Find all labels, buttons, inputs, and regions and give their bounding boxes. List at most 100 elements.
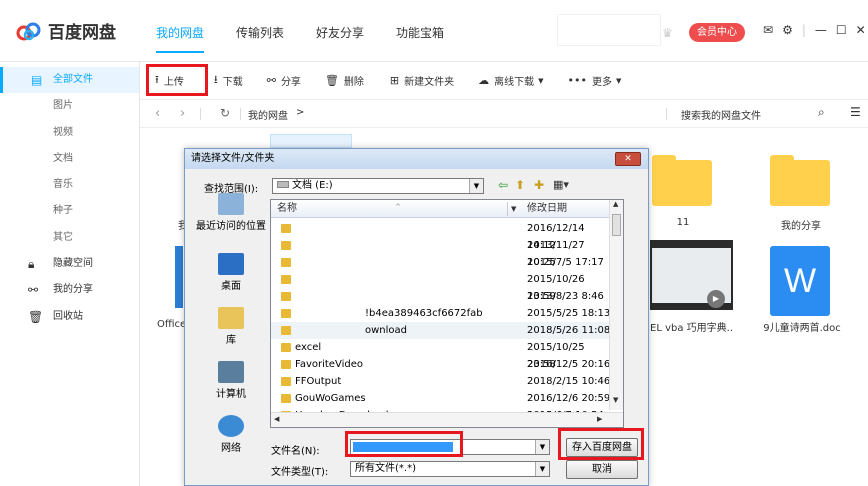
sidebar-item-videos[interactable]: 视频 — [0, 120, 139, 146]
file-row-date: 2015/5/25 18:13 — [527, 308, 611, 319]
lookin-select[interactable]: 文档 (E:) ▼ — [272, 178, 484, 194]
download-label: 下载 — [222, 77, 243, 88]
tab-my-disk[interactable]: 我的网盘 — [156, 24, 205, 53]
view-menu-icon[interactable]: ▦▾ — [553, 178, 569, 191]
file-list[interactable]: 名称 ^ ▼ 修改日期 2016/12/14 14:12 2013/11/27 1… — [270, 199, 624, 428]
recent-places-icon — [218, 193, 244, 215]
forward-icon[interactable]: › — [180, 106, 185, 121]
file-row[interactable]: !b4ea389463cf6672fab 2015/5/25 18:13 — [271, 305, 611, 322]
file-row[interactable]: ownload 2018/5/26 11:08 — [271, 322, 611, 339]
delete-button[interactable]: 🗑︎ 删除 — [325, 73, 364, 88]
file-name[interactable]: EL vba 巧用字典... — [650, 319, 734, 334]
back-icon[interactable]: ‹ — [155, 106, 160, 121]
sidebar-item-hidden-space[interactable]: 🔒︎ 隐藏空间 — [0, 251, 139, 277]
vip-center-button[interactable]: 会员中心 — [689, 23, 745, 42]
file-name[interactable]: 11 — [668, 217, 698, 228]
more-button[interactable]: ••• 更多 ▼ — [568, 73, 622, 88]
tab-transfers[interactable]: 传输列表 — [236, 24, 284, 53]
file-row[interactable]: FFOutput 2018/2/15 10:46 — [271, 373, 611, 390]
refresh-icon[interactable]: ↻ — [220, 106, 230, 120]
video-thumbnail[interactable]: ▶ — [650, 240, 733, 310]
file-name[interactable]: Office — [157, 319, 186, 330]
cancel-button[interactable]: 取消 — [566, 460, 638, 479]
word-doc-icon[interactable]: W — [770, 246, 830, 316]
offline-download-button[interactable]: ☁ 离线下载 ▼ — [478, 73, 543, 88]
column-name[interactable]: 名称 — [277, 200, 297, 218]
sidebar-item-music[interactable]: 音乐 — [0, 172, 139, 198]
sidebar: ▤ 全部文件 图片 视频 文档 音乐 种子 其它 🔒︎ 隐藏空间 ⚯ 我的分享 🗑︎ 回… — [0, 62, 140, 486]
tab-toolbox[interactable]: 功能宝箱 — [396, 24, 444, 53]
vertical-scrollbar[interactable]: ▲ ▼ — [609, 200, 623, 410]
chevron-down-icon[interactable]: ▼ — [511, 200, 516, 218]
file-row[interactable]: FavoriteVideo 2016/12/5 20:16 — [271, 356, 611, 373]
sidebar-item-other[interactable]: 其它 — [0, 225, 139, 251]
sidebar-item-torrents[interactable]: 种子 — [0, 198, 139, 224]
scroll-right-icon[interactable]: ▶ — [597, 415, 602, 423]
folder-icon — [281, 343, 291, 352]
address-bar: ‹ › ↻ 我的网盘 > 搜索我的网盘文件 ⌕ ☰ — [140, 100, 868, 128]
sidebar-item-my-share[interactable]: ⚯ 我的分享 — [0, 277, 139, 303]
place-label: 库 — [226, 335, 236, 346]
sidebar-item-images[interactable]: 图片 — [0, 93, 139, 119]
folder-icon — [281, 377, 291, 386]
scroll-down-icon[interactable]: ▼ — [613, 396, 618, 404]
search-input[interactable]: 搜索我的网盘文件 — [681, 107, 761, 122]
file-row[interactable]: GouWoGames 2016/12/6 20:59 — [271, 390, 611, 407]
divider: | — [801, 23, 806, 37]
close-button[interactable]: ✕ — [615, 152, 641, 166]
list-view-icon[interactable]: ☰ — [850, 105, 861, 119]
mail-icon[interactable]: ✉ — [763, 23, 773, 37]
place-desktop[interactable]: 桌面 — [191, 253, 271, 307]
scroll-up-icon[interactable]: ▲ — [613, 200, 618, 208]
place-libraries[interactable]: 库 — [191, 307, 271, 361]
main-nav: 我的网盘 传输列表 好友分享 功能宝箱 — [156, 24, 476, 53]
new-folder-icon[interactable]: ✚ — [534, 178, 544, 192]
tab-friend-share[interactable]: 好友分享 — [316, 24, 364, 53]
place-network[interactable]: 网络 — [191, 415, 271, 469]
place-computer[interactable]: 计算机 — [191, 361, 271, 415]
horizontal-scrollbar[interactable]: ◀ ▶ — [271, 412, 623, 427]
place-label: 网络 — [221, 443, 241, 454]
share-button[interactable]: ⚯ 分享 — [267, 73, 301, 88]
scroll-left-icon[interactable]: ◀ — [274, 415, 279, 423]
search-icon[interactable]: ⌕ — [818, 105, 825, 120]
folder-icon — [281, 258, 291, 267]
sidebar-item-all-files[interactable]: ▤ 全部文件 — [0, 67, 139, 94]
play-icon[interactable]: ▶ — [707, 290, 725, 308]
file-row[interactable]: 2015/7/5 17:17 — [271, 254, 611, 271]
gear-icon[interactable]: ⚙ — [782, 23, 793, 37]
app-logo[interactable]: 百度网盘 — [16, 18, 116, 43]
download-button[interactable]: ⭳ 下载 — [214, 71, 243, 90]
folder-icon[interactable] — [652, 155, 712, 206]
breadcrumb[interactable]: 我的网盘 — [248, 107, 288, 122]
file-row[interactable]: 2016/12/14 14:12 — [271, 220, 611, 251]
sidebar-item-docs[interactable]: 文档 — [0, 146, 139, 172]
file-row[interactable]: excel 2015/10/25 23:58 — [271, 339, 611, 370]
office-thumbnail[interactable] — [175, 246, 183, 308]
minimize-icon[interactable]: — — [815, 23, 827, 37]
file-row[interactable]: 2015/10/26 13:59 — [271, 271, 611, 302]
scroll-thumb[interactable] — [612, 214, 621, 236]
place-recent[interactable]: 最近访问的位置 — [191, 193, 271, 247]
lock-icon: 🔒︎ — [28, 257, 35, 272]
sidebar-item-recycle-bin[interactable]: 🗑︎ 回收站 — [0, 304, 139, 330]
column-date[interactable]: 修改日期 — [527, 200, 567, 218]
filetype-select[interactable]: 所有文件(*.*) ▼ — [350, 461, 550, 477]
new-folder-button[interactable]: ⊞ 新建文件夹 — [390, 73, 454, 88]
download-icon: ⭳ — [213, 73, 218, 86]
file-row-date: 2015/7/5 17:17 — [527, 257, 604, 268]
file-row-name: !b4ea389463cf6672fab — [365, 308, 483, 319]
back-arrow-icon[interactable]: ⇦ — [498, 178, 508, 192]
close-icon[interactable]: ✕ — [856, 23, 866, 37]
sidebar-item-label: 视频 — [53, 126, 73, 138]
folder-icon[interactable] — [770, 155, 830, 206]
file-name[interactable]: 9儿童诗两首.doc — [762, 319, 842, 334]
up-folder-icon[interactable]: ⬆ — [515, 178, 525, 192]
top-search-box[interactable] — [557, 14, 661, 46]
crown-icon[interactable]: ♛ — [662, 26, 673, 40]
place-label: 桌面 — [221, 281, 241, 292]
file-row[interactable]: 2013/8/23 8:46 — [271, 288, 611, 305]
maximize-icon[interactable]: ☐ — [836, 23, 847, 37]
file-name[interactable]: 我的分享 — [770, 217, 832, 232]
file-row[interactable]: 2013/11/27 10:25 — [271, 237, 611, 268]
